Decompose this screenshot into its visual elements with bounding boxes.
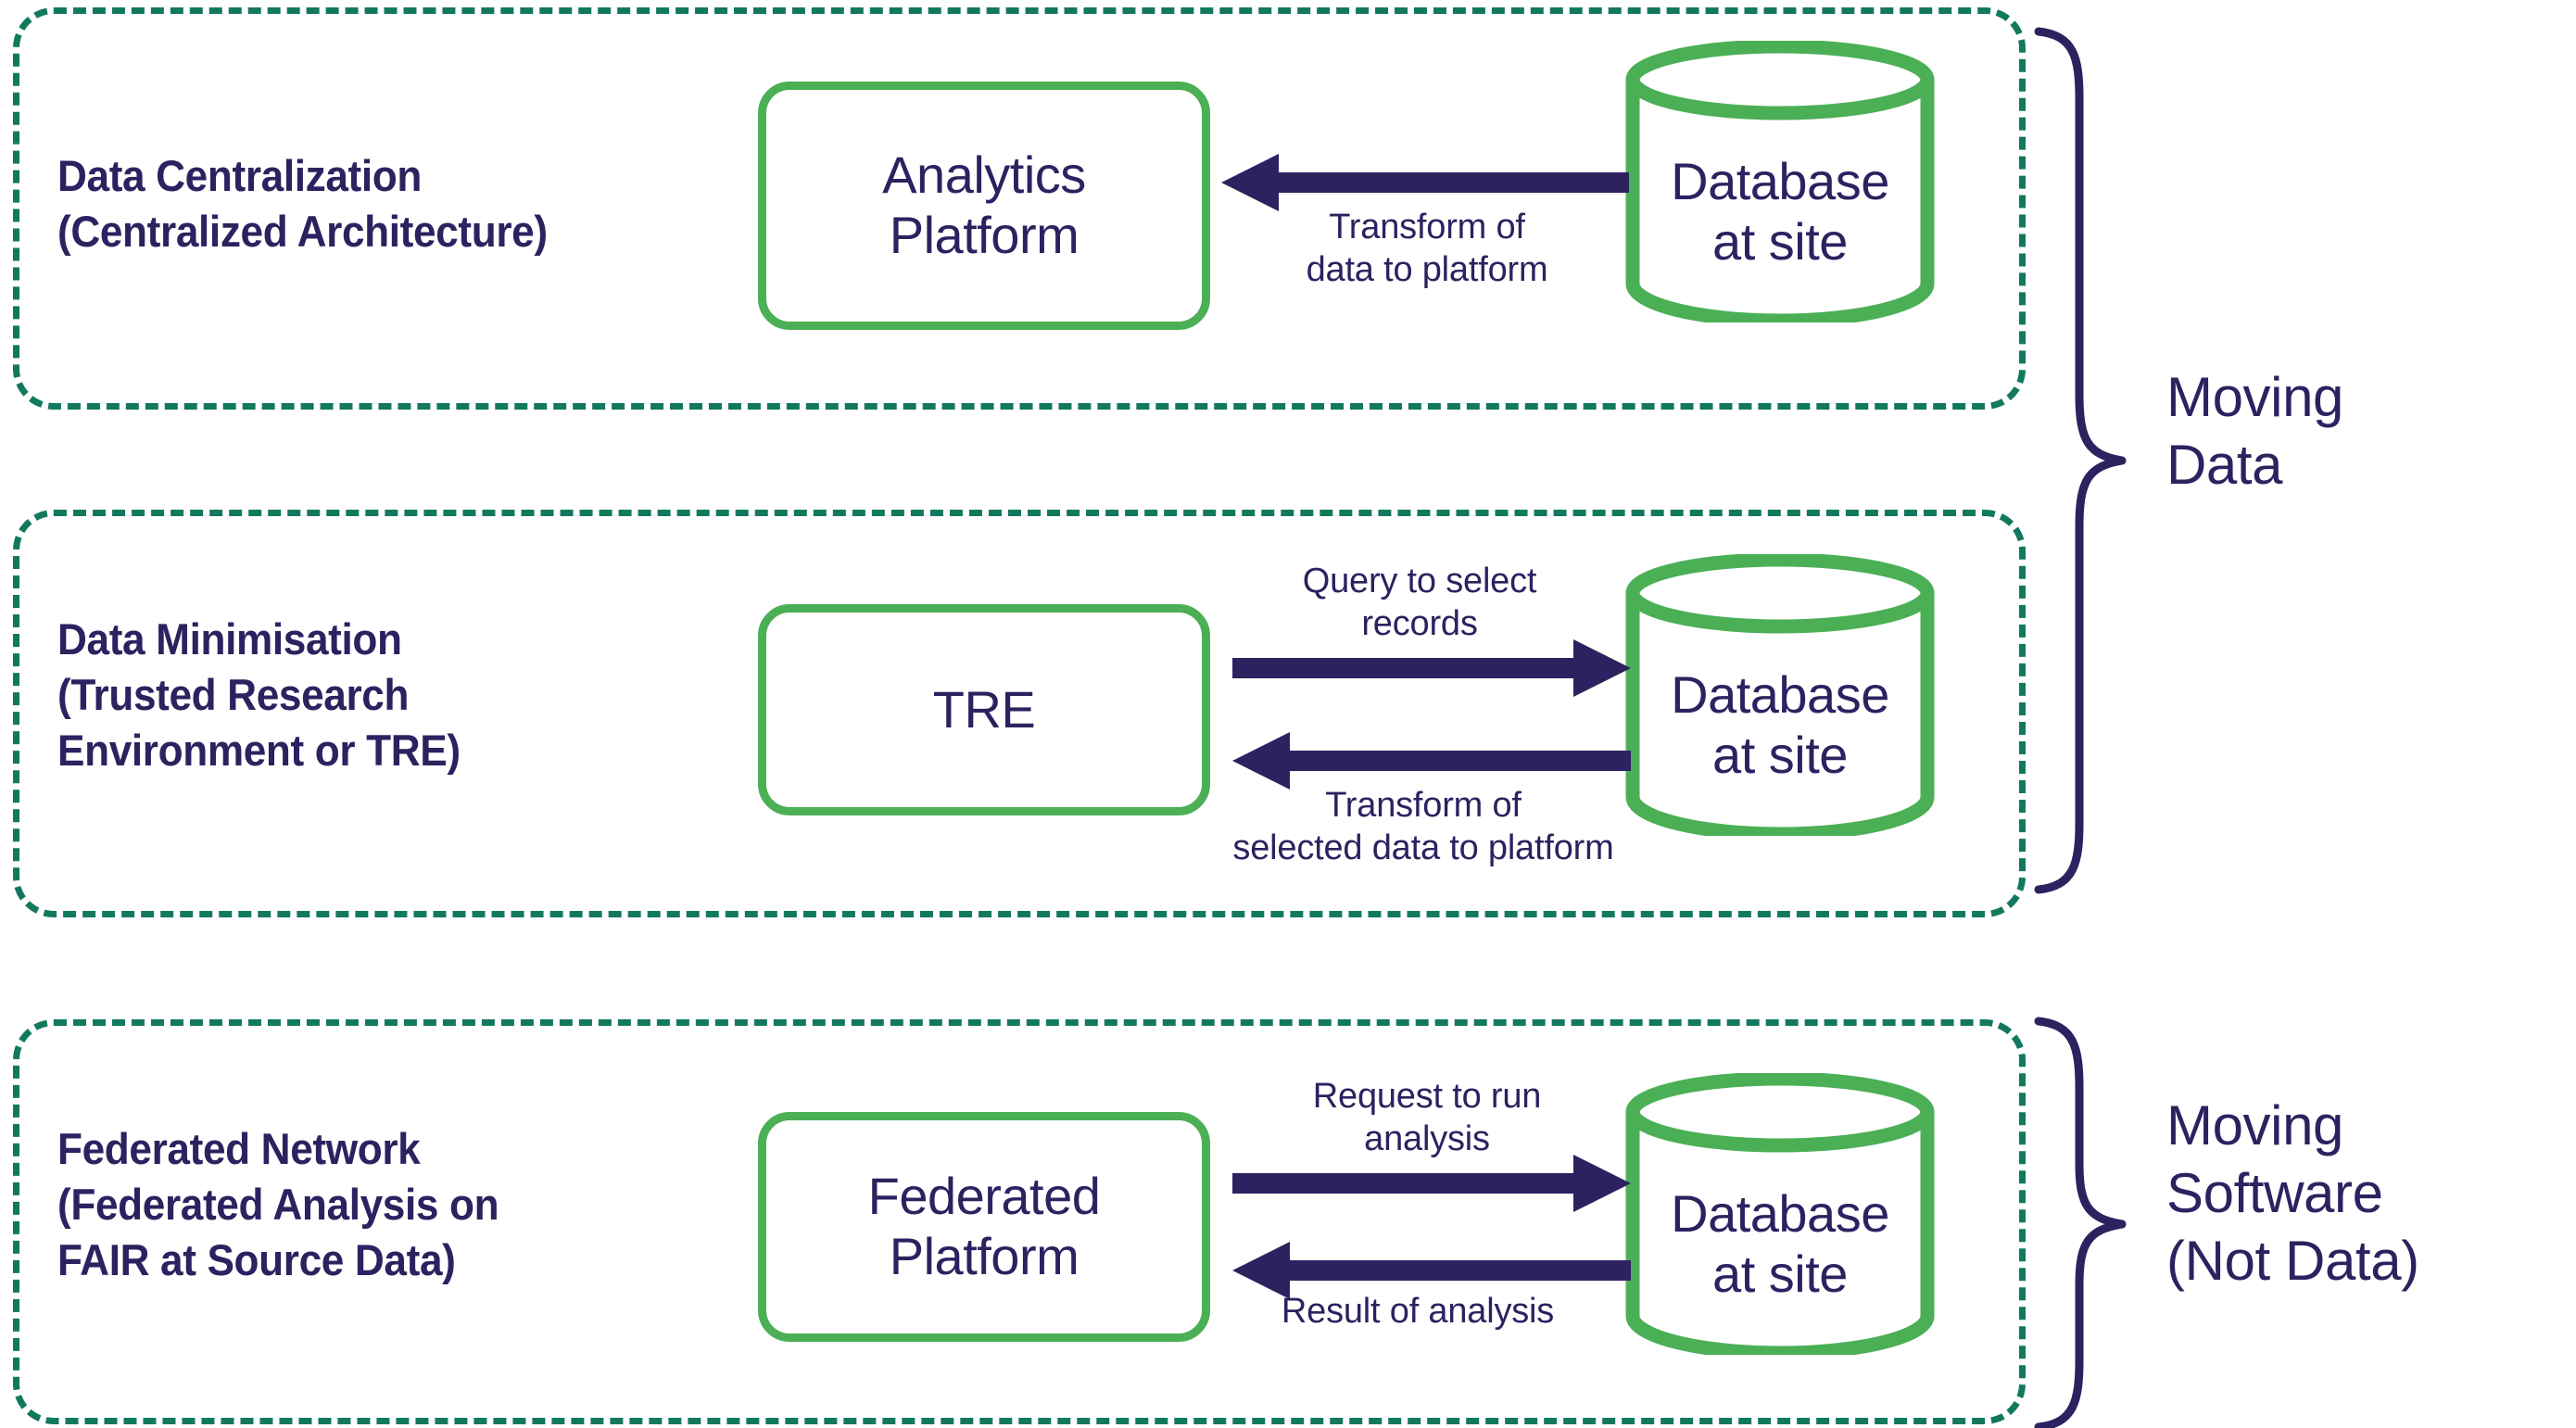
database-cylinder-row1: Database at site xyxy=(1623,41,1937,322)
arrow-caption-query-to-select-records: Query to select records xyxy=(1302,562,1537,644)
platform-box-analytics: Analytics Platform xyxy=(758,82,1210,330)
arrow-caption-request-to-run-analysis: Request to run analysis xyxy=(1312,1077,1542,1159)
database-icon xyxy=(1625,41,1935,322)
arrow-right-row3 xyxy=(1232,1155,1631,1212)
row-caption-federated-network: Federated Network (Federated Analysis on… xyxy=(57,1124,499,1285)
group-title-moving-data: Moving Data xyxy=(2166,366,2344,497)
platform-box-tre: TRE xyxy=(758,604,1210,815)
arrow-caption-transform-data-to-platform: Transform of data to platform xyxy=(1306,208,1548,290)
platform-label-analytics: Analytics Platform xyxy=(882,145,1086,264)
diagram-canvas: Data Centralization (Centralized Archite… xyxy=(0,0,2576,1428)
row-caption-data-minimisation: Data Minimisation (Trusted Research Envi… xyxy=(57,614,461,776)
brace-moving-data xyxy=(2031,26,2133,895)
database-cylinder-row3: Database at site xyxy=(1623,1073,1937,1355)
database-icon xyxy=(1625,1073,1935,1355)
platform-box-federated: Federated Platform xyxy=(758,1112,1210,1342)
platform-label-federated: Federated Platform xyxy=(867,1167,1101,1285)
arrow-caption-transform-selected-data: Transform of selected data to platform xyxy=(1232,786,1614,868)
brace-moving-software xyxy=(2031,1016,2133,1428)
group-title-moving-software: Moving Software (Not Data) xyxy=(2166,1094,2419,1293)
arrow-right-row2 xyxy=(1232,639,1631,697)
platform-label-tre: TRE xyxy=(932,679,1036,739)
arrow-left-row2 xyxy=(1232,732,1631,790)
arrow-caption-result-of-analysis: Result of analysis xyxy=(1281,1292,1555,1331)
row-caption-data-centralization: Data Centralization (Centralized Archite… xyxy=(57,151,548,257)
arrow-left-row1 xyxy=(1221,154,1629,211)
